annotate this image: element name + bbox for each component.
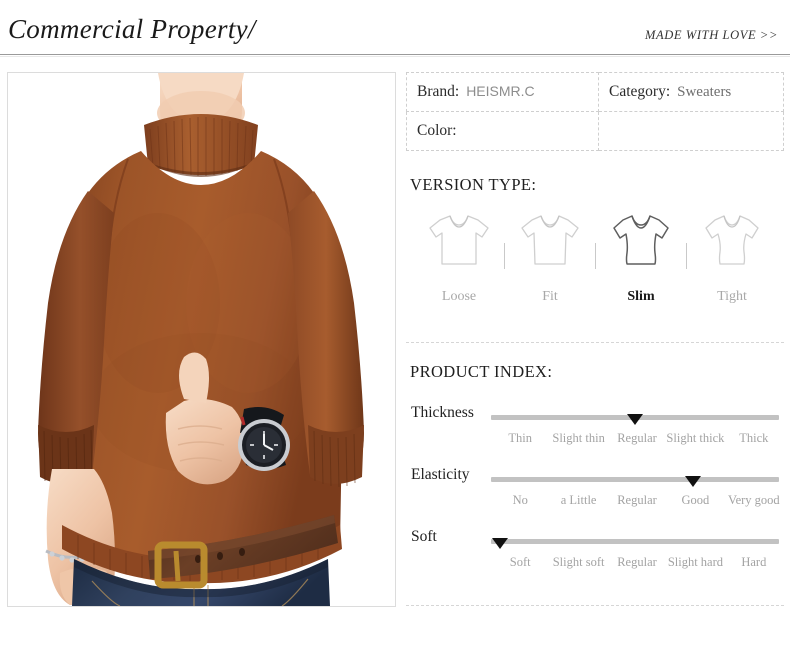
header-divider	[0, 54, 790, 55]
made-with-love-link[interactable]: MADE WITH LOVE >>	[645, 28, 778, 43]
slider-marker-thickness[interactable]	[627, 414, 643, 425]
product-index-heading: PRODUCT INDEX:	[410, 362, 553, 381]
scale-tick: Slight thick	[666, 431, 725, 445]
slider-row-thickness: Thickness Thin Slight thin Regular Sligh…	[406, 404, 784, 466]
scale-tick: Good	[681, 493, 710, 507]
attribute-value-category: Sweaters	[677, 84, 732, 100]
product-photo	[8, 73, 395, 606]
version-separator	[686, 243, 687, 269]
tee-fit-icon	[518, 211, 582, 274]
product-image-panel[interactable]	[7, 72, 396, 607]
page-header: Commercial Property/ MADE WITH LOVE >>	[0, 0, 790, 57]
version-label-tight: Tight	[717, 289, 747, 304]
scale-tick: Soft	[509, 555, 531, 569]
tee-loose-icon	[427, 211, 491, 274]
slider-label-elasticity: Elasticity	[411, 466, 470, 483]
scale-tick: Regular	[617, 431, 657, 445]
scale-tick: No	[512, 493, 528, 507]
slider-label-thickness: Thickness	[411, 404, 474, 421]
attribute-cell-color: Color:	[406, 111, 599, 151]
attribute-cell-brand: Brand: HEISMR.C	[406, 72, 599, 112]
attribute-label-brand: Brand:	[417, 83, 460, 100]
attribute-value-brand: HEISMR.C	[466, 83, 535, 99]
slider-soft[interactable]	[491, 535, 779, 549]
section-divider	[406, 342, 784, 343]
product-info-panel: Brand: HEISMR.C Category: Sweaters Color:	[406, 72, 784, 607]
scale-tick: Regular	[617, 555, 657, 569]
slider-scale-thickness: Thin Slight thin Regular Slight thick Th…	[491, 431, 783, 446]
header-divider-secondary	[0, 56, 790, 57]
tee-slim-icon	[609, 211, 673, 274]
product-index-sliders: Thickness Thin Slight thin Regular Sligh…	[406, 404, 784, 590]
attribute-label-category: Category:	[609, 83, 671, 100]
slider-track-soft	[491, 539, 779, 544]
version-option-tight[interactable]: Tight	[693, 211, 771, 305]
scale-tick: Thick	[739, 431, 769, 445]
attribute-cell-category: Category: Sweaters	[598, 72, 784, 112]
version-type-heading: VERSION TYPE:	[410, 175, 537, 194]
attribute-label-color: Color:	[417, 122, 457, 139]
tee-tight-icon	[700, 211, 764, 274]
scale-tick: Slight hard	[667, 555, 724, 569]
scale-tick: Regular	[617, 493, 657, 507]
version-option-loose[interactable]: Loose	[420, 211, 498, 305]
scale-tick: Slight soft	[552, 555, 605, 569]
product-attributes-table: Brand: HEISMR.C Category: Sweaters Color:	[406, 72, 784, 151]
slider-marker-elasticity[interactable]	[684, 476, 701, 487]
version-separator	[504, 243, 505, 269]
scale-tick: Slight thin	[552, 431, 605, 445]
scale-tick: Very good	[727, 493, 780, 507]
table-row: Color:	[406, 111, 784, 151]
slider-label-soft: Soft	[411, 528, 437, 545]
slider-row-soft: Soft Soft Slight soft Regular Slight har…	[406, 528, 784, 590]
version-label-fit: Fit	[542, 289, 558, 304]
table-row: Brand: HEISMR.C Category: Sweaters	[406, 72, 784, 112]
slider-scale-soft: Soft Slight soft Regular Slight hard Har…	[491, 555, 783, 570]
bottom-divider	[406, 605, 784, 606]
slider-row-elasticity: Elasticity No a Little Regular Good Very…	[406, 466, 784, 528]
scale-tick: a Little	[560, 493, 597, 507]
slider-marker-soft[interactable]	[491, 538, 508, 549]
version-label-loose: Loose	[441, 289, 477, 304]
slider-track-elasticity	[491, 477, 779, 482]
slider-thickness[interactable]	[491, 411, 779, 425]
product-detail-page: Commercial Property/ MADE WITH LOVE >> B…	[0, 0, 790, 647]
version-label-slim: Slim	[627, 289, 655, 304]
version-option-fit[interactable]: Fit	[511, 211, 589, 305]
scale-tick: Hard	[741, 555, 767, 569]
scale-tick: Thin	[508, 431, 532, 445]
version-option-slim[interactable]: Slim	[602, 211, 680, 305]
page-title: Commercial Property/	[8, 14, 256, 44]
version-separator	[595, 243, 596, 269]
slider-elasticity[interactable]	[491, 473, 779, 487]
slider-scale-elasticity: No a Little Regular Good Very good	[491, 493, 783, 508]
version-type-options: Loose Fit Slim Tight	[420, 211, 780, 305]
attribute-cell-empty	[598, 111, 784, 151]
